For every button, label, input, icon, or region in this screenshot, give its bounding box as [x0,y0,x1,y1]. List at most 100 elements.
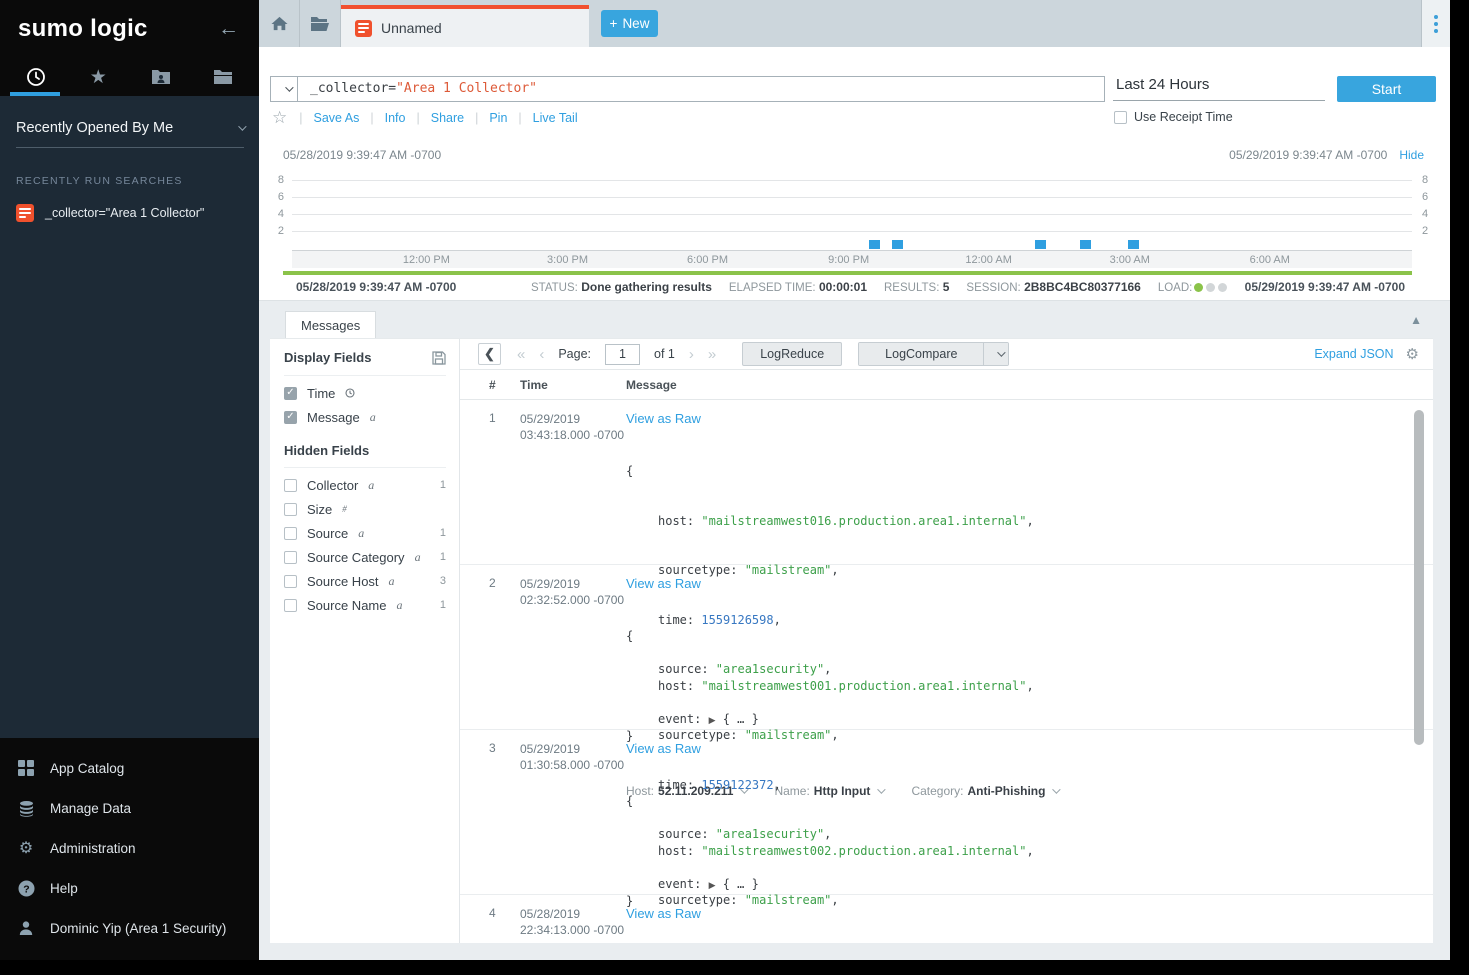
field-source-category[interactable]: Source Category a 1 [284,545,446,569]
sidebar-item-app-catalog[interactable]: App Catalog [0,748,259,788]
new-tab-label: New [622,16,649,31]
source-name-checkbox[interactable] [284,599,297,612]
field-collector[interactable]: Collector a 1 [284,473,446,497]
recents-section-header[interactable]: Recently Opened By Me [16,120,244,148]
field-label: Collector [307,478,358,493]
histogram-bar[interactable] [892,240,903,249]
session-id: 2B8BC4BC80377166 [1024,280,1141,294]
home-icon [270,15,289,32]
recent-search-item[interactable]: _collector="Area 1 Collector" [16,204,243,222]
field-size[interactable]: Size # [284,497,446,521]
use-receipt-time-checkbox[interactable] [1114,111,1127,124]
hide-timeline-link[interactable]: Hide [1399,148,1424,162]
favorite-star-icon[interactable]: ☆ [272,108,287,128]
library-tab[interactable] [208,58,238,96]
status-label: STATUS: [531,282,578,294]
message-rows: 1 05/29/201903:43:18.000 -0700 View as R… [460,400,1433,943]
share-link[interactable]: Share [420,111,475,125]
collapse-fields-button[interactable]: ❮ [478,343,501,365]
recents-section-title: Recently Opened By Me [16,120,173,136]
histogram-bar[interactable] [869,240,880,249]
new-tab-button[interactable]: + New [601,10,658,37]
menu-dots-icon [1434,15,1438,19]
field-time[interactable]: ✓ Time [284,381,446,405]
sidebar-item-account[interactable]: Dominic Yip (Area 1 Security) [0,908,259,948]
tab-messages[interactable]: Messages [285,311,376,338]
tab-options-menu[interactable] [1421,0,1450,47]
recents-tab[interactable] [21,58,51,96]
gear-icon[interactable]: ⚙ [1406,345,1419,363]
message-row[interactable]: 3 05/29/201901:30:58.000 -0700 View as R… [460,730,1433,895]
source-checkbox[interactable] [284,527,297,540]
prev-page-icon[interactable]: ‹ [539,346,544,363]
last-page-icon[interactable]: » [708,346,716,363]
query-history-dropdown[interactable] [271,77,298,101]
x-axis-tick: 12:00 AM [965,254,1011,266]
histogram-bar[interactable] [1128,240,1139,249]
collapse-sidebar-icon[interactable]: ← [218,17,239,41]
sidebar-item-manage-data[interactable]: Manage Data [0,788,259,828]
message-checkbox[interactable]: ✓ [284,411,297,424]
pin-link[interactable]: Pin [478,111,518,125]
first-page-icon[interactable]: « [517,346,525,363]
view-as-raw-link[interactable]: View as Raw [626,576,1433,591]
save-fields-icon[interactable] [432,351,446,365]
expand-json-link[interactable]: Expand JSON [1314,347,1393,361]
field-source[interactable]: Source a 1 [284,521,446,545]
menu-item-label: Administration [50,841,136,856]
view-as-raw-link[interactable]: View as Raw [626,906,1433,921]
use-receipt-time-option[interactable]: Use Receipt Time [1114,110,1233,124]
view-as-raw-link[interactable]: View as Raw [626,411,1433,426]
live-tail-link[interactable]: Live Tail [522,111,589,125]
y-axis-tick: 8 [278,174,284,186]
list-scrollbar[interactable] [1414,407,1424,940]
sidebar-item-administration[interactable]: ⚙ Administration [0,828,259,868]
time-range-selector[interactable]: Last 24 Hours [1113,72,1325,101]
histogram-bar[interactable] [1080,240,1091,249]
start-search-button[interactable]: Start [1337,76,1436,102]
histogram-plot[interactable]: 88664422 [292,172,1412,250]
status-end-date: 05/29/2019 9:39:47 AM -0700 [1245,280,1405,294]
source-host-checkbox[interactable] [284,575,297,588]
view-as-raw-link[interactable]: View as Raw [626,741,1433,756]
page-number-input[interactable] [605,344,640,365]
field-label: Size [307,502,332,517]
message-time: 05/29/201901:30:58.000 -0700 [520,741,626,894]
recently-run-searches-label: RECENTLY RUN SEARCHES [16,175,243,187]
field-source-name[interactable]: Source Name a 1 [284,593,446,617]
favorites-tab[interactable]: ★ [83,58,113,96]
session-label: SESSION: [966,282,1020,294]
sidebar: sumo logic ← ★ Recently Opened By Me REC… [0,0,259,960]
collector-checkbox[interactable] [284,479,297,492]
home-button[interactable] [259,0,300,47]
field-message[interactable]: ✓ Message a [284,405,446,429]
source-category-checkbox[interactable] [284,551,297,564]
main-area: Unnamed + New _collector="Area 1 Collect… [259,0,1450,960]
histogram-bar[interactable] [1035,240,1046,249]
column-num: # [489,378,520,392]
logcompare-dropdown[interactable] [983,343,1008,365]
sidebar-item-help[interactable]: ? Help [0,868,259,908]
scrollbar-thumb[interactable] [1414,410,1424,745]
message-row[interactable]: 1 05/29/201903:43:18.000 -0700 View as R… [460,400,1433,565]
next-page-icon[interactable]: › [689,346,694,363]
tab-label: Unnamed [381,20,442,36]
collapse-panel-icon[interactable]: ▲ [1410,313,1422,327]
search-query-input[interactable]: _collector="Area 1 Collector" [298,77,1104,101]
shared-content-tab[interactable] [146,58,176,96]
save-as-link[interactable]: Save As [303,111,371,125]
tab-unnamed[interactable]: Unnamed [341,5,589,47]
info-link[interactable]: Info [374,111,417,125]
logreduce-button[interactable]: LogReduce [742,342,842,366]
menu-item-label: Help [50,881,78,896]
field-source-host[interactable]: Source Host a 3 [284,569,446,593]
open-library-button[interactable] [300,0,341,47]
message-row[interactable]: 2 05/29/201902:32:52.000 -0700 View as R… [460,565,1433,730]
elapsed-label: ELAPSED TIME: [729,282,816,294]
time-checkbox[interactable]: ✓ [284,387,297,400]
sumo-logic-logo: sumo logic [18,15,148,43]
message-content: View as Raw { host: "mailstreamwest016.p… [626,411,1433,564]
field-label: Source Category [307,550,405,565]
size-checkbox[interactable] [284,503,297,516]
logcompare-button[interactable]: LogCompare [859,343,983,365]
